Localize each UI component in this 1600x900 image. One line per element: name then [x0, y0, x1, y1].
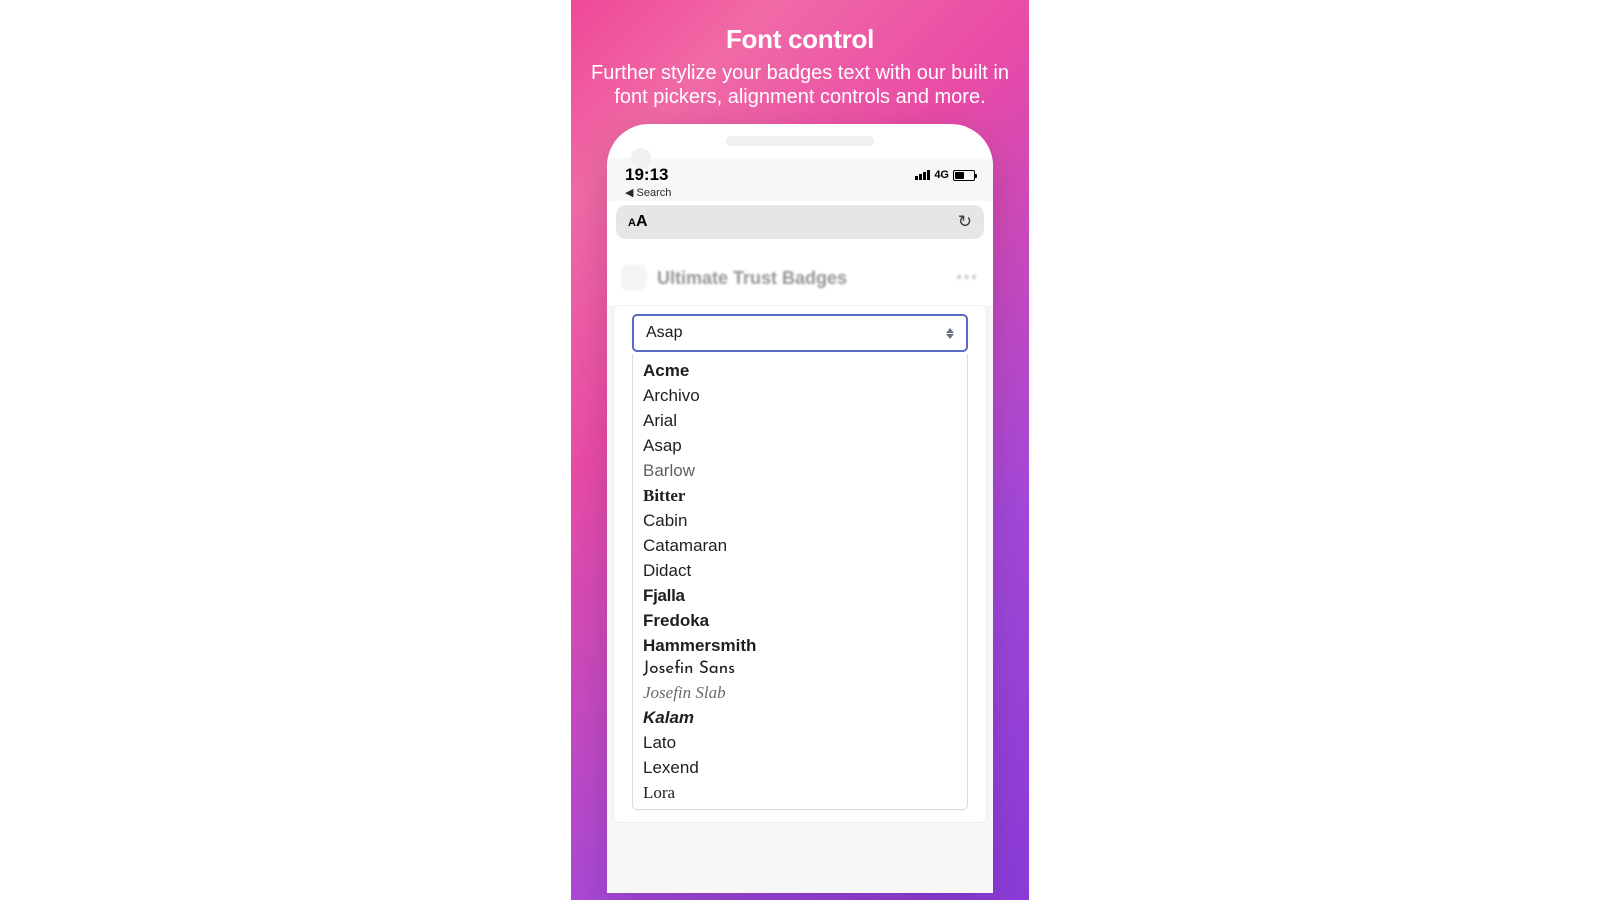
secondary-card: E: [613, 837, 987, 893]
promo-card: Font control Further stylize your badges…: [571, 0, 1029, 900]
phone-speaker-pill: [726, 136, 874, 146]
app-header: Ultimate Trust Badges •••: [607, 255, 993, 301]
reload-icon[interactable]: ↻: [958, 212, 972, 232]
status-right: 4G: [915, 169, 975, 181]
promo-header: Font control Further stylize your badges…: [571, 0, 1029, 123]
font-option[interactable]: Arial: [633, 408, 967, 433]
font-option[interactable]: Josefin Slab: [633, 680, 967, 705]
phone-camera-dot: [631, 148, 651, 168]
promo-title: Font control: [583, 24, 1017, 55]
font-select[interactable]: Asap: [632, 314, 968, 352]
font-option[interactable]: Didact: [633, 558, 967, 583]
font-option[interactable]: Lora: [633, 780, 967, 805]
phone-speaker-row: [607, 124, 993, 158]
font-size-aa-icon[interactable]: AA: [628, 213, 648, 231]
promo-subtitle: Further stylize your badges text with ou…: [583, 61, 1017, 109]
font-select-value: Asap: [646, 324, 682, 342]
back-search-breadcrumb[interactable]: ◀ Search: [625, 186, 671, 199]
font-option[interactable]: Fredoka: [633, 608, 967, 633]
battery-icon: [953, 170, 975, 181]
font-option[interactable]: Catamaran: [633, 533, 967, 558]
network-label: 4G: [934, 169, 949, 181]
app-menu-icon[interactable]: •••: [956, 269, 979, 287]
font-option[interactable]: Hammersmith: [633, 633, 967, 658]
app-logo-icon: [621, 265, 647, 291]
font-option[interactable]: Josefin Sans: [633, 658, 967, 680]
font-option[interactable]: Asap: [633, 433, 967, 458]
status-bar: 19:13 ◀ Search 4G: [607, 158, 993, 201]
font-option[interactable]: Archivo: [633, 383, 967, 408]
font-option[interactable]: Bitter: [633, 483, 967, 508]
font-option[interactable]: Lato: [633, 730, 967, 755]
browser-url-bar[interactable]: AA ↻: [616, 205, 984, 239]
font-option[interactable]: Fjalla: [633, 583, 967, 608]
select-arrows-icon: [946, 328, 954, 339]
font-option[interactable]: Barlow: [633, 458, 967, 483]
app-title: Ultimate Trust Badges: [657, 268, 847, 289]
signal-bars-icon: [915, 170, 930, 180]
font-options-list[interactable]: AcmeArchivoArialAsapBarlowBitterCabinCat…: [632, 354, 968, 810]
status-left: 19:13 ◀ Search: [625, 165, 671, 199]
phone-mockup: 19:13 ◀ Search 4G AA ↻ Ultimate Trust Ba…: [607, 124, 993, 893]
font-option[interactable]: Cabin: [633, 508, 967, 533]
font-option[interactable]: Kalam: [633, 705, 967, 730]
secondary-card-letter: E: [632, 852, 647, 877]
status-time: 19:13: [625, 165, 668, 185]
font-option[interactable]: Lexend: [633, 755, 967, 780]
font-option[interactable]: Acme: [633, 358, 967, 383]
font-picker-card: Asap AcmeArchivoArialAsapBarlowBitterCab…: [613, 305, 987, 823]
content-area: Asap AcmeArchivoArialAsapBarlowBitterCab…: [607, 305, 993, 893]
